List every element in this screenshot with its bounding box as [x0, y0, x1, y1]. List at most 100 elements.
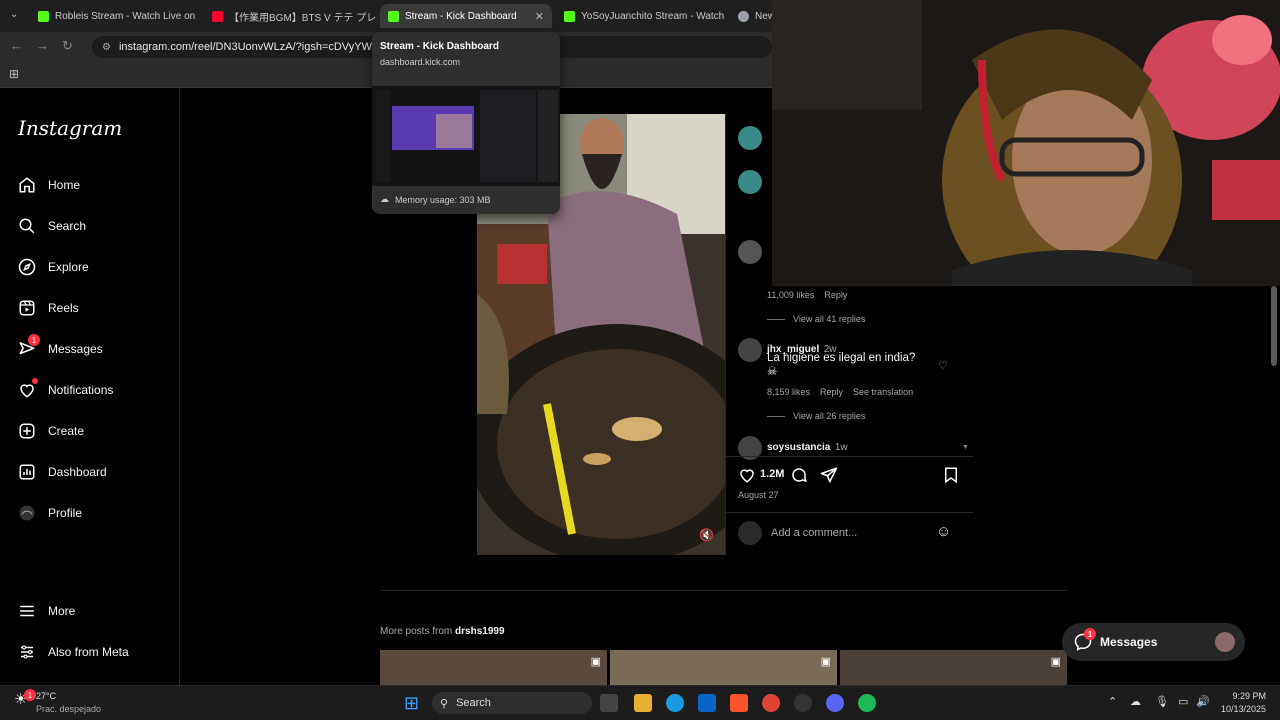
- more-post-thumbnail[interactable]: ▣: [610, 650, 837, 685]
- taskbar-search-label: Search: [456, 697, 491, 709]
- sidebar-item-reels[interactable]: Reels: [18, 299, 79, 317]
- more-post-thumbnail[interactable]: ▣: [380, 650, 607, 685]
- more-posts-heading: More posts from drshs1999: [380, 626, 505, 637]
- kick-favicon-icon: [38, 10, 49, 22]
- emoji-picker-icon[interactable]: ☺: [936, 523, 951, 540]
- view-replies[interactable]: View all 41 replies: [767, 314, 865, 324]
- close-tab-icon[interactable]: ✕: [201, 10, 202, 23]
- weather-temp[interactable]: 27°C: [36, 691, 56, 701]
- discord-icon[interactable]: [826, 694, 844, 712]
- reel-badge-icon: ▣: [590, 656, 601, 668]
- taskbar-clock-time[interactable]: 9:29 PM: [1220, 691, 1266, 701]
- section-divider: [380, 590, 1068, 591]
- weather-widget[interactable]: ☀ 1: [14, 689, 36, 710]
- outlook-icon[interactable]: [698, 694, 716, 712]
- add-comment-input[interactable]: Add a comment...: [771, 527, 857, 539]
- comment-divider: [726, 512, 973, 513]
- comments-scroll-down-icon[interactable]: ▼: [962, 444, 969, 451]
- instagram-sidebar: Instagram Home Search Explore Reels 1 Me…: [0, 88, 180, 685]
- comment-body: La higiene es ilegal en india?: [767, 352, 916, 364]
- sidebar-item-create[interactable]: Create: [18, 422, 84, 440]
- obs-icon[interactable]: [794, 694, 812, 712]
- tab-title: Stream - Kick Dashboard: [405, 10, 517, 22]
- more-post-thumbnail[interactable]: ▣: [840, 650, 1067, 685]
- author-avatar[interactable]: [738, 126, 762, 150]
- tab-title: 【作業用BGM】BTS V テテ プレイリ: [229, 12, 376, 24]
- save-bookmark-icon[interactable]: [942, 466, 960, 484]
- taskbar-search-box[interactable]: ⚲ Search: [432, 692, 592, 714]
- forward-arrow-icon[interactable]: →: [36, 38, 49, 53]
- file-explorer-icon[interactable]: [634, 694, 652, 712]
- comment-header: soysustancia 1w: [767, 437, 848, 455]
- close-tab-icon[interactable]: ✕: [535, 10, 544, 23]
- weather-desc[interactable]: Prac. despejado: [36, 704, 101, 714]
- comment-likes[interactable]: 8,159 likes: [767, 387, 810, 397]
- reply-link[interactable]: Reply: [824, 290, 847, 300]
- network-icon[interactable]: ▭: [1178, 695, 1188, 708]
- tab-search-chevron-icon[interactable]: ⌄: [10, 9, 18, 20]
- sidebar-also-from-meta[interactable]: Also from Meta: [18, 643, 129, 661]
- browser-tab-kick-dashboard[interactable]: Stream - Kick Dashboard ✕: [380, 4, 552, 28]
- sidebar-more[interactable]: More: [18, 602, 75, 620]
- windows-start-icon[interactable]: ⊞: [404, 693, 419, 714]
- sidebar-item-profile[interactable]: Profile: [18, 504, 82, 522]
- my-avatar: [738, 521, 762, 545]
- more-posts-username[interactable]: drshs1999: [455, 626, 504, 637]
- reload-icon[interactable]: ↻: [62, 38, 73, 54]
- comment-like-heart-icon[interactable]: ♡: [938, 359, 948, 372]
- caption-avatar[interactable]: [738, 170, 762, 194]
- browser-tab-bts-playlist[interactable]: 【作業用BGM】BTS V テテ プレイリ ✕: [204, 4, 376, 28]
- sidebar-item-explore[interactable]: Explore: [18, 258, 89, 276]
- browser-tab-new[interactable]: New: [730, 4, 772, 28]
- page-scrollbar[interactable]: [1268, 286, 1280, 685]
- scrollbar-thumb[interactable]: [1271, 286, 1277, 366]
- edge-icon[interactable]: [666, 694, 684, 712]
- sidebar-item-label: Messages: [48, 342, 103, 356]
- sidebar-item-dashboard[interactable]: Dashboard: [18, 463, 107, 481]
- comment-username[interactable]: soysustancia: [767, 442, 830, 453]
- comment-bubble-icon[interactable]: [790, 466, 808, 484]
- like-heart-icon[interactable]: [738, 466, 756, 484]
- taskbar-clock-date[interactable]: 10/13/2025: [1210, 704, 1266, 714]
- tray-overflow-chevron-icon[interactable]: ⌃: [1108, 695, 1117, 708]
- apps-grid-icon[interactable]: ⊞: [9, 67, 19, 81]
- comment-meta: 8,159 likes Reply See translation: [767, 387, 923, 397]
- reply-link[interactable]: Reply: [820, 387, 843, 397]
- sidebar-item-home[interactable]: Home: [18, 176, 80, 194]
- sidebar-item-search[interactable]: Search: [18, 217, 86, 235]
- messages-pill-badge: 1: [1084, 628, 1096, 640]
- brave-icon[interactable]: [730, 694, 748, 712]
- spotify-icon[interactable]: [858, 694, 876, 712]
- see-translation-link[interactable]: See translation: [853, 387, 913, 397]
- sidebar-item-label: Profile: [48, 506, 83, 520]
- back-arrow-icon[interactable]: ←: [10, 38, 23, 53]
- task-view-icon[interactable]: [600, 694, 618, 712]
- like-count[interactable]: 1.2M: [760, 468, 784, 480]
- site-settings-icon[interactable]: ⚙: [102, 42, 111, 53]
- view-replies-label: View all 41 replies: [793, 314, 866, 324]
- sidebar-item-label: Home: [48, 178, 81, 192]
- chrome-icon[interactable]: [762, 694, 780, 712]
- microphone-icon[interactable]: 🎙: [1155, 695, 1169, 708]
- instagram-logo[interactable]: Instagram: [18, 116, 122, 140]
- messages-floating-button[interactable]: 1 Messages: [1062, 623, 1245, 661]
- sidebar-item-label: Create: [48, 424, 85, 438]
- commenter-avatar[interactable]: [738, 338, 762, 362]
- memory-label: Memory usage: 303 MB: [395, 194, 491, 205]
- browser-tab-robleis[interactable]: Robleis Stream - Watch Live on ✕: [30, 4, 202, 28]
- tab-title: Robleis Stream - Watch Live on: [55, 10, 196, 22]
- windows-taskbar: ☀ 1 27°C Prac. despejado ⊞ ⚲ Search ⌃ ☁ …: [0, 685, 1280, 720]
- view-replies[interactable]: View all 26 replies: [767, 411, 865, 421]
- onedrive-icon[interactable]: ☁: [1130, 695, 1141, 708]
- commenter-avatar[interactable]: [738, 240, 762, 264]
- volume-icon[interactable]: 🔊: [1196, 695, 1210, 708]
- share-paper-plane-icon[interactable]: [820, 466, 838, 484]
- browser-tab-yosoyjuanchito[interactable]: YoSoyJuanchito Stream - Watch ✕: [556, 4, 728, 28]
- comment-text: La higiene es ilegal en india? ☠: [767, 352, 937, 378]
- muted-speaker-icon[interactable]: 🔇: [699, 528, 714, 542]
- avatar-icon: [19, 505, 35, 521]
- comment-likes[interactable]: 11,009 likes: [767, 290, 814, 300]
- hovercard-domain: dashboard.kick.com: [380, 57, 461, 67]
- sidebar-item-notifications[interactable]: Notifications: [18, 378, 113, 399]
- sidebar-item-messages[interactable]: 1 Messages: [18, 334, 103, 358]
